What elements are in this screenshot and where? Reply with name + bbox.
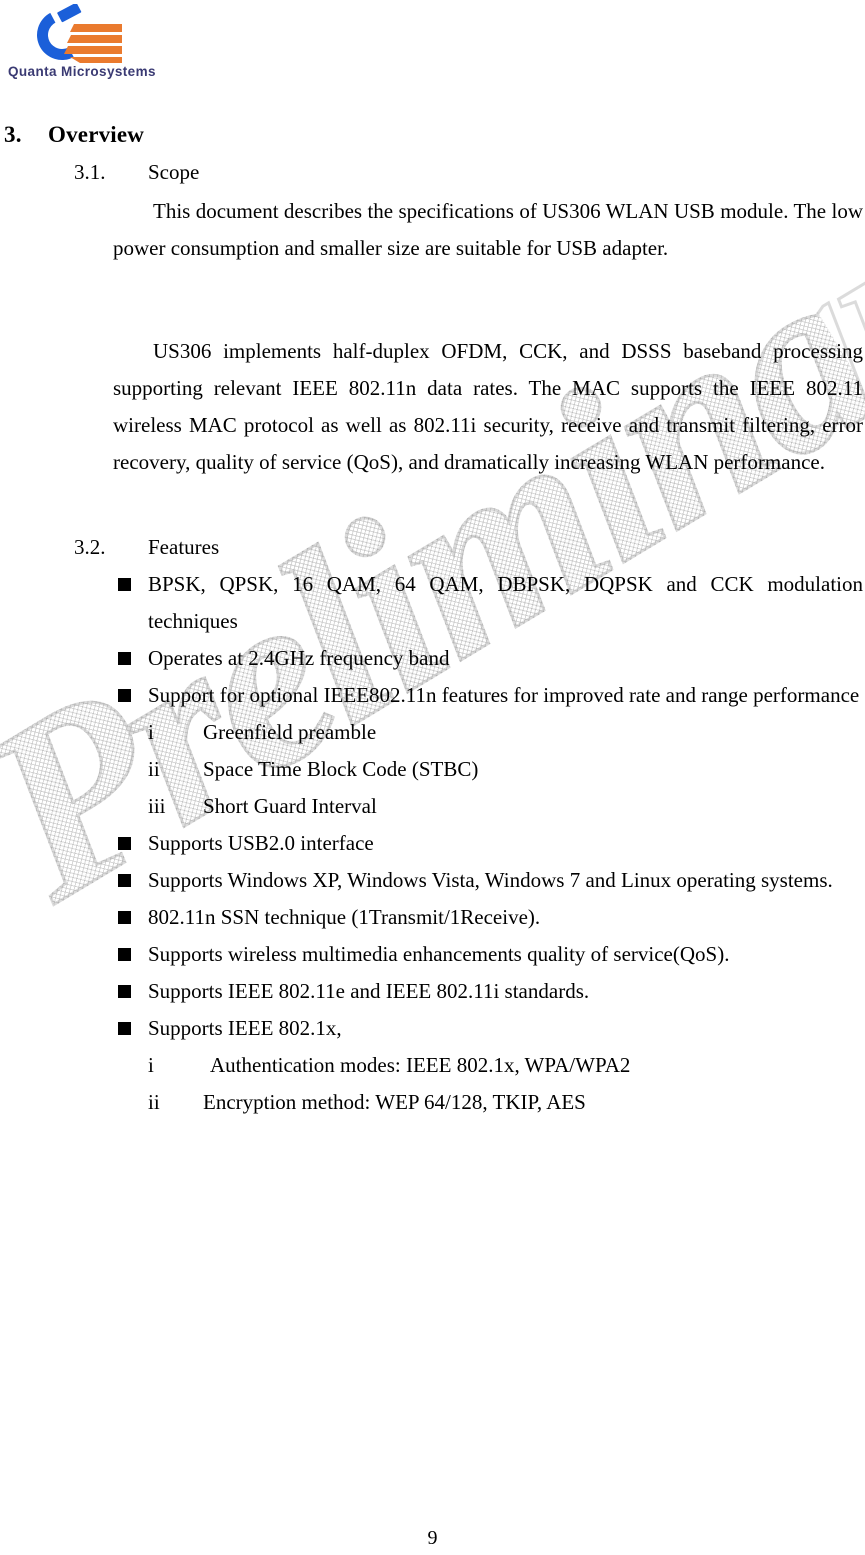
scope-number: 3.1. [74,160,106,184]
company-logo: Quanta Microsystems [8,4,158,86]
company-wordmark: Quanta Microsystems [8,64,156,79]
scope-paragraph-2: US306 implements half-duplex OFDM, CCK, … [113,339,863,474]
roman-numeral-marker: ii [148,1090,160,1114]
feature-bullet-item: Supports USB2.0 interface [0,825,865,862]
feature-sub-label: Encryption method: WEP 64/128, TKIP, AES [203,1090,586,1114]
feature-bullet-item: Support for optional IEEE802.11n feature… [0,677,865,714]
feature-sub-item: iii Short Guard Interval [0,788,865,825]
features-title: Features [148,535,220,559]
heading-features: 3.2. Features [74,535,219,560]
bullet-square-icon [118,689,131,702]
feature-sub-item: ii Encryption method: WEP 64/128, TKIP, A… [0,1084,865,1121]
feature-sub-item: ii Space Time Block Code (STBC) [0,751,865,788]
feature-bullet-label: Supports Windows XP, Windows Vista, Wind… [148,868,833,892]
feature-bullet-label: Support for optional IEEE802.11n feature… [148,683,860,707]
bullet-square-icon [118,837,131,850]
feature-bullet-label: Supports IEEE 802.1x, [148,1016,342,1040]
feature-bullet-item: Supports wireless multimedia enhancement… [0,936,865,973]
feature-sub-item: i Authentication modes: IEEE 802.1x, WPA/… [0,1047,865,1084]
page-number: 9 [427,1527,438,1549]
feature-sub-label: Short Guard Interval [203,794,377,818]
feature-bullet-label: Operates at 2.4GHz frequency band [148,646,450,670]
section-number: 3. [4,122,22,147]
roman-numeral-marker: i [148,720,154,744]
feature-bullet-label: Supports IEEE 802.11e and IEEE 802.11i s… [148,979,590,1003]
feature-sub-label: Space Time Block Code (STBC) [203,757,479,781]
roman-numeral-marker: iii [148,794,166,818]
feature-bullet-item: BPSK, QPSK, 16 QAM, 64 QAM, DBPSK, DQPSK… [0,566,865,640]
bullet-square-icon [118,652,131,665]
feature-bullet-label: BPSK, QPSK, 16 QAM, 64 QAM, DBPSK, DQPSK… [148,572,863,633]
bullet-square-icon [118,874,131,887]
roman-numeral-marker: ii [148,757,160,781]
feature-bullet-item: Supports Windows XP, Windows Vista, Wind… [0,862,865,899]
features-list: BPSK, QPSK, 16 QAM, 64 QAM, DBPSK, DQPSK… [0,566,865,1121]
section-title: Overview [48,122,145,147]
page-title: 3. Overview [4,122,144,148]
bullet-square-icon [118,578,131,591]
feature-sub-label: Greenfield preamble [203,720,377,744]
heading-scope: 3.1. Scope [74,160,199,185]
feature-bullet-item: Supports IEEE 802.1x, [0,1010,865,1047]
bullet-square-icon [118,985,131,998]
feature-bullet-item: 802.11n SSN technique (1Transmit/1Receiv… [0,899,865,936]
scope-title: Scope [148,160,200,184]
feature-sub-item: i Greenfield preamble [0,714,865,751]
bullet-square-icon [118,911,131,924]
feature-bullet-label: 802.11n SSN technique (1Transmit/1Receiv… [148,905,541,929]
features-number: 3.2. [74,535,106,559]
feature-bullet-item: Operates at 2.4GHz frequency band [0,640,865,677]
roman-numeral-marker: i [148,1053,154,1077]
feature-bullet-label: Supports wireless multimedia enhancement… [148,942,730,966]
feature-sub-label: Authentication modes: IEEE 802.1x, WPA/W… [210,1053,631,1077]
feature-bullet-item: Supports IEEE 802.11e and IEEE 802.11i s… [0,973,865,1010]
scope-paragraph-1: This document describes the specificatio… [113,199,863,260]
document-page: Preliminary Quanta Microsystems 3. Overvi… [0,0,865,1555]
bullet-square-icon [118,1022,131,1035]
bullet-square-icon [118,948,131,961]
feature-bullet-label: Supports USB2.0 interface [148,831,374,855]
quanta-logo-icon [37,4,122,63]
